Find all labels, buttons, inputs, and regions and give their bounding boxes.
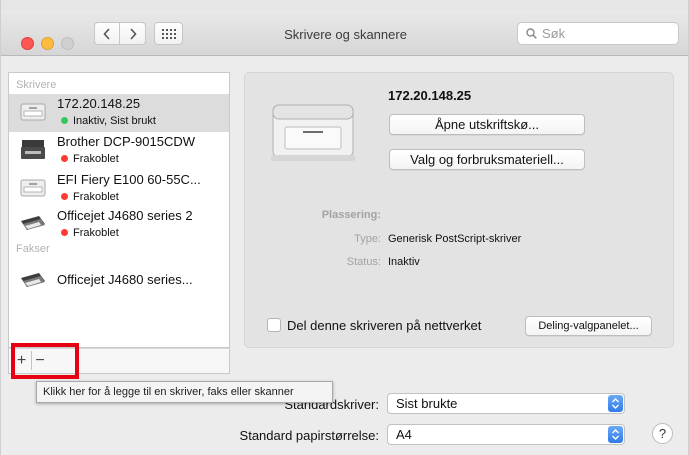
printer-status: Frakoblet [61, 227, 119, 239]
printer-item-172-20-148-25[interactable]: 172.20.148.25 Inaktiv, Sist brukt [9, 94, 229, 132]
printer-name: Brother DCP-9015CDW [57, 134, 195, 149]
printer-name: EFI Fiery E100 60-55C... [57, 172, 201, 187]
printer-status: Frakoblet [61, 191, 119, 203]
help-button[interactable]: ? [652, 423, 673, 444]
multifunction-printer-icon [21, 140, 45, 159]
printer-item-efi-fiery[interactable]: EFI Fiery E100 60-55C... Frakoblet [9, 170, 229, 208]
sharing-preferences-button[interactable]: Deling-valgpanelet... [525, 316, 652, 336]
popup-arrows-icon [608, 395, 623, 412]
status-dot-icon [61, 229, 68, 236]
default-paper-size-select[interactable]: A4 [387, 424, 625, 445]
default-paper-size-value: A4 [396, 427, 412, 442]
share-printer-label[interactable]: Del denne skriveren på nettverket [287, 318, 481, 333]
default-paper-size-label: Standard papirstørrelse: [239, 428, 379, 443]
add-printer-tooltip: Klikk her for å legge til en skriver, fa… [36, 381, 333, 403]
highlight-box [11, 343, 79, 379]
fax-section-header: Fakser [16, 243, 50, 255]
default-printer-select[interactable]: Sist brukte [387, 393, 625, 414]
popup-arrows-icon [608, 426, 623, 443]
status-label: Status: [346, 256, 381, 268]
printer-status: Frakoblet [61, 153, 119, 165]
options-supplies-button[interactable]: Valg og forbruksmateriell... [389, 149, 585, 170]
inkjet-printer-icon [21, 216, 45, 230]
search-field[interactable]: Søk [517, 22, 679, 45]
printer-name: Officejet J4680 series 2 [57, 208, 193, 223]
status-dot-icon [61, 117, 68, 124]
printers-section-header: Skrivere [16, 79, 57, 91]
status-dot-icon [61, 155, 68, 162]
open-print-queue-button[interactable]: Åpne utskriftskø... [389, 114, 585, 135]
printer-large-icon [271, 104, 355, 161]
printer-icon [20, 103, 46, 121]
background-strip [1, 0, 688, 10]
share-printer-checkbox[interactable] [267, 318, 281, 332]
selected-printer-name: 172.20.148.25 [388, 88, 472, 103]
search-icon [526, 28, 537, 39]
status-value: Inaktiv [388, 256, 420, 268]
fax-name: Officejet J4680 series... [57, 272, 193, 287]
search-placeholder: Søk [542, 26, 566, 41]
printer-item-brother-dcp-9015cdw[interactable]: Brother DCP-9015CDW Frakoblet [9, 132, 229, 170]
location-label: Plassering: [321, 209, 381, 221]
status-dot-icon [61, 193, 68, 200]
printer-icon [20, 179, 46, 197]
type-value: Generisk PostScript-skriver [388, 233, 522, 245]
title-bar: Skrivere og skannere Søk [1, 10, 688, 56]
printer-name: 172.20.148.25 [57, 96, 141, 111]
printers-scanners-window: Skrivere og skannere Søk Skrivere 172.20… [0, 0, 689, 455]
default-printer-value: Sist brukte [396, 396, 458, 411]
printer-status: Inaktiv, Sist brukt [61, 115, 156, 127]
inkjet-printer-icon [21, 273, 45, 287]
type-label: Type: [354, 233, 381, 245]
